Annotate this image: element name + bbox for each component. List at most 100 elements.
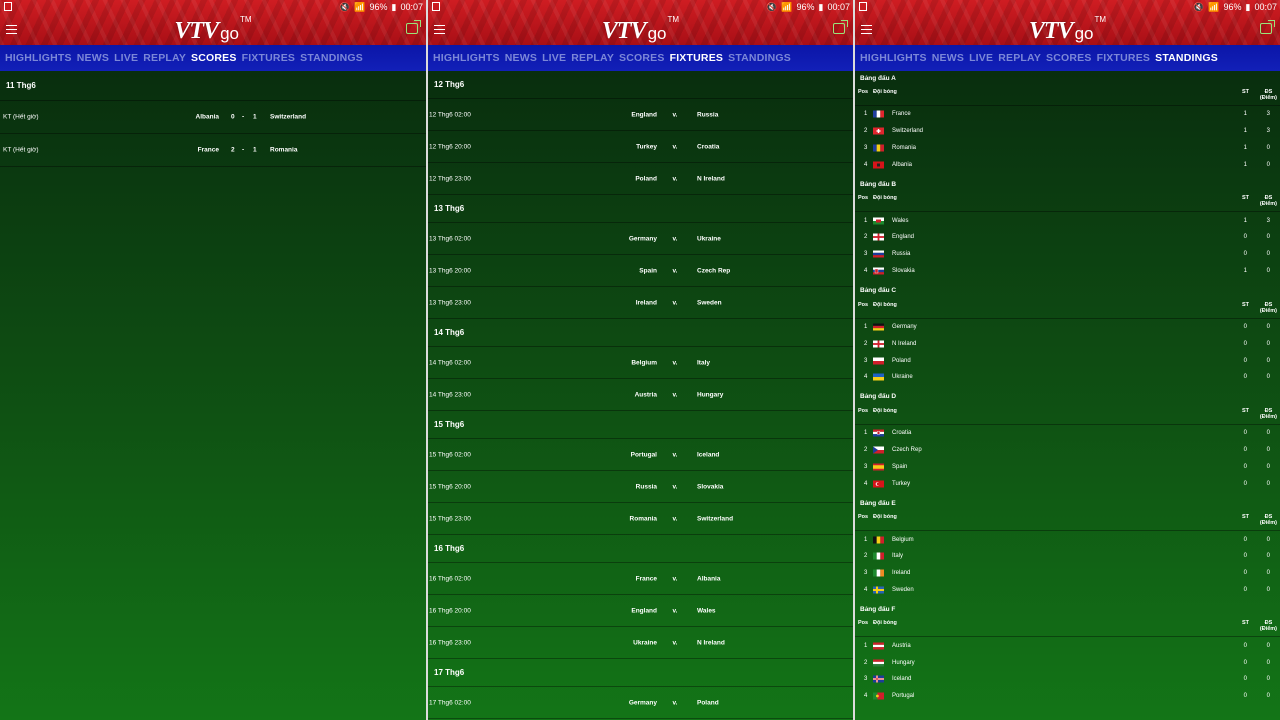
vtvgo-logo[interactable]: VTV go TM	[1029, 15, 1106, 43]
tab-news[interactable]: NEWS	[505, 52, 537, 64]
menu-icon[interactable]	[434, 25, 445, 34]
away-team: Croatia	[697, 143, 720, 150]
team-row[interactable]: 4 Portugal 0 0	[855, 688, 1280, 705]
tab-standings[interactable]: STANDINGS	[300, 52, 363, 64]
menu-icon[interactable]	[6, 25, 17, 34]
home-team: Romania	[629, 515, 657, 522]
team-name: England	[892, 234, 915, 241]
team-points: 0	[1266, 676, 1270, 683]
fixture-row[interactable]: 17 Thg6 02:00 Germany v. Poland	[428, 687, 853, 719]
team-row[interactable]: 4 Ukraine 0 0	[855, 369, 1280, 386]
fixture-row[interactable]: 16 Thg6 20:00 England v. Wales	[428, 595, 853, 627]
home-team: Austria	[634, 391, 657, 398]
fixture-row[interactable]: 15 Thg6 23:00 Romania v. Switzerland	[428, 503, 853, 535]
share-icon[interactable]	[406, 20, 421, 34]
team-row[interactable]: 2 Hungary 0 0	[855, 654, 1280, 671]
team-row[interactable]: 2 England 0 0	[855, 229, 1280, 246]
home-team: Germany	[628, 235, 657, 242]
fixture-row[interactable]: 14 Thg6 02:00 Belgium v. Italy	[428, 347, 853, 379]
team-row[interactable]: 4 Slovakia 1 0	[855, 263, 1280, 280]
logo-mark: TM	[1094, 15, 1107, 24]
tab-standings[interactable]: STANDINGS	[1155, 52, 1218, 64]
team-played: 0	[1243, 251, 1247, 258]
tab-live[interactable]: LIVE	[969, 52, 993, 64]
menu-icon[interactable]	[861, 25, 872, 34]
fixture-row[interactable]: 14 Thg6 23:00 Austria v. Hungary	[428, 379, 853, 411]
team-position: 4	[864, 693, 868, 700]
team-played: 1	[1243, 217, 1247, 224]
team-points: 0	[1266, 693, 1270, 700]
fixture-row[interactable]: 13 Thg6 20:00 Spain v. Czech Rep	[428, 255, 853, 287]
team-position: 4	[864, 480, 868, 487]
share-icon[interactable]	[1260, 20, 1275, 34]
fixture-row[interactable]: 12 Thg6 23:00 Poland v. N Ireland	[428, 163, 853, 195]
team-played: 0	[1243, 357, 1247, 364]
team-row[interactable]: 4 Turkey 0 0	[855, 475, 1280, 492]
away-team: Slovakia	[697, 483, 724, 490]
kickoff-time: 16 Thg6 20:00	[429, 607, 471, 614]
tab-fixtures[interactable]: FIXTURES	[670, 52, 724, 64]
team-row[interactable]: 3 Russia 0 0	[855, 246, 1280, 263]
tab-live[interactable]: LIVE	[542, 52, 566, 64]
tab-standings[interactable]: STANDINGS	[728, 52, 791, 64]
fixture-row[interactable]: 12 Thg6 02:00 England v. Russia	[428, 99, 853, 131]
vtvgo-logo[interactable]: VTV go TM	[602, 15, 679, 43]
share-icon[interactable]	[833, 20, 848, 34]
app-header: 🔇 📶 96% ▮ 00:07 VTV go TM	[855, 0, 1280, 45]
tab-scores[interactable]: SCORES	[191, 52, 237, 64]
team-row[interactable]: 3 Spain 0 0	[855, 458, 1280, 475]
team-row[interactable]: 2 Switzerland 1 3	[855, 123, 1280, 140]
tab-highlights[interactable]: HIGHLIGHTS	[5, 52, 72, 64]
tab-live[interactable]: LIVE	[114, 52, 138, 64]
team-row[interactable]: 2 N Ireland 0 0	[855, 335, 1280, 352]
team-row[interactable]: 2 Czech Rep 0 0	[855, 442, 1280, 459]
team-row[interactable]: 1 France 1 3	[855, 106, 1280, 123]
team-position: 1	[864, 642, 868, 649]
team-row[interactable]: 1 Austria 0 0	[855, 637, 1280, 654]
team-row[interactable]: 3 Poland 0 0	[855, 352, 1280, 369]
tab-news[interactable]: NEWS	[932, 52, 964, 64]
team-row[interactable]: 3 Ireland 0 0	[855, 565, 1280, 582]
fixture-row[interactable]: 13 Thg6 23:00 Ireland v. Sweden	[428, 287, 853, 319]
team-row[interactable]: 4 Sweden 0 0	[855, 582, 1280, 599]
tab-replay[interactable]: REPLAY	[571, 52, 614, 64]
team-position: 1	[864, 111, 868, 118]
standings-screen: 🔇 📶 96% ▮ 00:07 VTV go TM HIGHLIGHTS NEWS LIVE REPL…	[855, 0, 1280, 720]
team-row[interactable]: 2 Italy 0 0	[855, 548, 1280, 565]
team-played: 1	[1243, 268, 1247, 275]
team-row[interactable]: 1 Croatia 0 0	[855, 425, 1280, 442]
tab-replay[interactable]: REPLAY	[143, 52, 186, 64]
tab-scores[interactable]: SCORES	[619, 52, 665, 64]
team-row[interactable]: 4 Albania 1 0	[855, 156, 1280, 173]
fixture-row[interactable]: 16 Thg6 23:00 Ukraine v. N Ireland	[428, 627, 853, 659]
tab-fixtures[interactable]: FIXTURES	[242, 52, 296, 64]
team-row[interactable]: 3 Romania 1 0	[855, 140, 1280, 157]
match-row[interactable]: KT (Hết giờ) France 2-1 Romania	[0, 134, 426, 167]
tab-fixtures[interactable]: FIXTURES	[1097, 52, 1151, 64]
header-points-sub: (Điểm)	[1259, 520, 1277, 527]
team-name: Ireland	[892, 570, 911, 577]
team-row[interactable]: 3 Iceland 0 0	[855, 671, 1280, 688]
fixture-row[interactable]: 13 Thg6 02:00 Germany v. Ukraine	[428, 223, 853, 255]
kickoff-time: 13 Thg6 23:00	[429, 299, 471, 306]
logo-go: go	[220, 24, 240, 43]
team-row[interactable]: 1 Belgium 0 0	[855, 531, 1280, 548]
tab-highlights[interactable]: HIGHLIGHTS	[433, 52, 500, 64]
home-team: Poland	[635, 175, 657, 182]
team-name: Iceland	[892, 676, 912, 683]
match-row[interactable]: KT (Hết giờ) Albania 0-1 Switzerland	[0, 101, 426, 134]
tab-replay[interactable]: REPLAY	[998, 52, 1041, 64]
tab-news[interactable]: NEWS	[77, 52, 109, 64]
team-points: 0	[1266, 340, 1270, 347]
team-row[interactable]: 1 Wales 1 3	[855, 212, 1280, 229]
team-row[interactable]: 1 Germany 0 0	[855, 319, 1280, 336]
app-header: 🔇 📶 96% ▮ 00:07 VTV go TM	[428, 0, 853, 45]
fixture-row[interactable]: 12 Thg6 20:00 Turkey v. Croatia	[428, 131, 853, 163]
fixture-row[interactable]: 15 Thg6 20:00 Russia v. Slovakia	[428, 471, 853, 503]
tab-scores[interactable]: SCORES	[1046, 52, 1092, 64]
fixture-row[interactable]: 16 Thg6 02:00 France v. Albania	[428, 563, 853, 595]
home-team: Belgium	[631, 359, 657, 366]
tab-highlights[interactable]: HIGHLIGHTS	[860, 52, 927, 64]
vtvgo-logo[interactable]: VTV go TM	[174, 15, 251, 43]
fixture-row[interactable]: 15 Thg6 02:00 Portugal v. Iceland	[428, 439, 853, 471]
